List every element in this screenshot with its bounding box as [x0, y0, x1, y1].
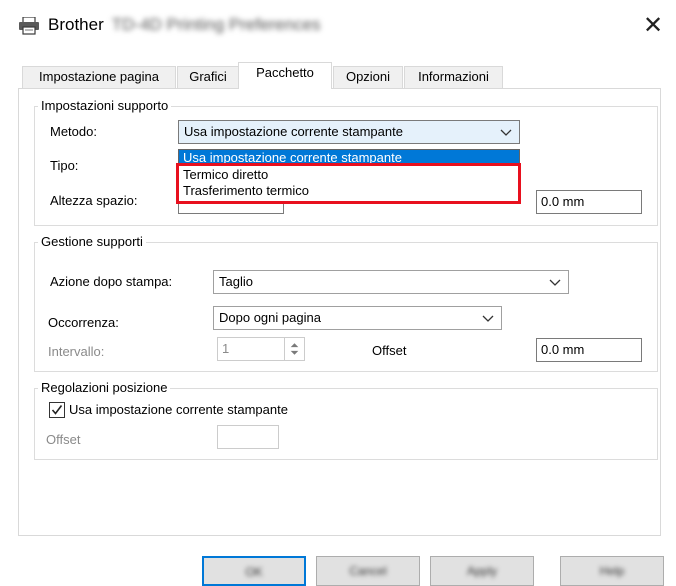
cancel-button-label: Cancel — [349, 564, 387, 578]
close-button[interactable]: ✕ — [636, 10, 670, 40]
tab-label: Pacchetto — [256, 65, 314, 80]
offset-label: Offset — [372, 343, 407, 358]
chevron-down-icon — [500, 129, 512, 136]
tab-label: Impostazione pagina — [39, 69, 159, 84]
position-offset-field[interactable] — [217, 425, 279, 449]
window-title: Brother TD-4D Printing Preferences — [48, 15, 321, 35]
offset-field[interactable]: 0.0 mm — [536, 338, 642, 362]
tab-label: Informazioni — [418, 69, 489, 84]
annotation-highlight-box — [176, 163, 521, 204]
close-icon: ✕ — [642, 11, 664, 39]
window-title-model: TD-4D Printing Preferences — [111, 15, 321, 34]
occurrence-value: Dopo ogni pagina — [219, 310, 321, 325]
after-print-value: Taglio — [219, 274, 253, 289]
spinner-arrows-icon[interactable] — [284, 338, 304, 360]
method-combo[interactable]: Usa impostazione corrente stampante — [178, 120, 520, 144]
apply-button[interactable]: Apply — [430, 556, 534, 586]
window-title-brand: Brother — [48, 15, 104, 34]
title-bar: Brother TD-4D Printing Preferences ✕ — [0, 0, 676, 52]
use-printer-setting-checkbox[interactable] — [49, 402, 65, 418]
cancel-button[interactable]: Cancel — [316, 556, 420, 586]
chevron-down-icon — [482, 315, 494, 322]
after-print-label: Azione dopo stampa: — [50, 274, 173, 289]
checkmark-icon — [51, 405, 63, 415]
after-print-combo[interactable]: Taglio — [213, 270, 569, 294]
position-adjust-group — [34, 388, 658, 460]
occurrence-combo[interactable]: Dopo ogni pagina — [213, 306, 502, 330]
position-adjust-title: Regolazioni posizione — [38, 380, 171, 395]
interval-label: Intervallo: — [48, 344, 105, 359]
media-settings-title: Impostazioni supporto — [38, 98, 172, 113]
offset-value: 0.0 mm — [541, 342, 585, 357]
type-label: Tipo: — [50, 158, 79, 173]
gap-height-label: Altezza spazio: — [50, 193, 138, 208]
printer-icon — [19, 17, 39, 35]
help-button[interactable]: Help — [560, 556, 664, 586]
help-button-label: Help — [599, 564, 625, 578]
tab-label: Grafici — [189, 69, 227, 84]
use-printer-setting-label: Usa impostazione corrente stampante — [69, 402, 288, 417]
tab-label: Opzioni — [345, 69, 391, 84]
tab-pacchetto[interactable]: Pacchetto — [238, 62, 332, 89]
gap-right-value: 0.0 mm — [541, 194, 585, 209]
tab-grafici[interactable]: Grafici — [177, 66, 239, 88]
position-offset-label: Offset — [46, 432, 81, 447]
ok-button[interactable]: OK — [202, 556, 306, 586]
tab-impostazione-pagina[interactable]: Impostazione pagina — [22, 66, 176, 88]
occurrence-label: Occorrenza: — [48, 315, 119, 330]
method-label: Metodo: — [50, 124, 97, 139]
apply-button-label: Apply — [466, 564, 498, 578]
gap-right-field[interactable]: 0.0 mm — [536, 190, 642, 214]
interval-spinner[interactable]: 1 — [217, 337, 305, 361]
media-management-title: Gestione supporti — [38, 234, 146, 249]
chevron-down-icon — [549, 279, 561, 286]
tab-opzioni[interactable]: Opzioni — [333, 66, 403, 88]
interval-value: 1 — [222, 341, 230, 356]
tab-informazioni[interactable]: Informazioni — [404, 66, 503, 88]
ok-button-label: OK — [245, 565, 263, 579]
method-value: Usa impostazione corrente stampante — [184, 124, 403, 139]
